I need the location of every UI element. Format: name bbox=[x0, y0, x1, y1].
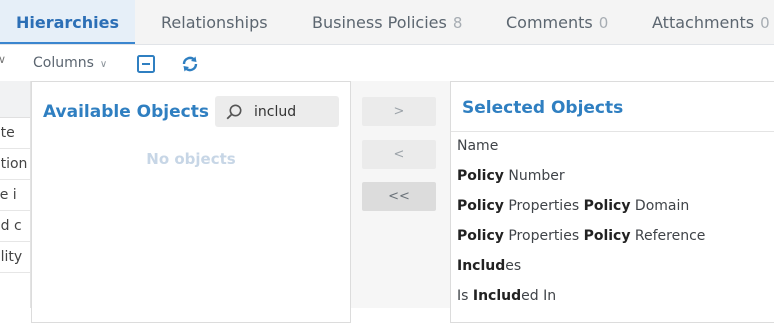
empty-state-text: No objects bbox=[146, 150, 236, 168]
item-text: Is bbox=[457, 288, 473, 304]
tab-label: Comments bbox=[506, 13, 593, 32]
selected-objects-title: Selected Objects bbox=[462, 98, 624, 118]
table-row[interactable]: ate bbox=[0, 118, 30, 149]
grid-header bbox=[0, 81, 30, 118]
table-row[interactable]: ed c bbox=[0, 211, 30, 242]
tab-label: Business Policies bbox=[312, 13, 447, 32]
item-text: Properties bbox=[503, 228, 584, 244]
item-text: ed In bbox=[521, 288, 557, 304]
selected-objects-list: Name Policy Number Policy Properties Polic… bbox=[457, 134, 705, 314]
match-highlight: Policy bbox=[457, 198, 504, 214]
item-text: Reference bbox=[630, 228, 706, 244]
list-item[interactable]: Includes bbox=[457, 254, 705, 284]
tab-label: Hierarchies bbox=[15, 13, 120, 32]
table-row[interactable]: ality bbox=[0, 242, 30, 273]
tab-hierarchies[interactable]: Hierarchies bbox=[0, 0, 135, 44]
columns-dropdown[interactable]: Columns ∨ bbox=[33, 55, 107, 71]
match-highlight: Includ bbox=[472, 288, 522, 304]
grid-toolbar: ∨ Columns ∨ bbox=[0, 45, 774, 81]
item-text: Properties bbox=[503, 198, 584, 214]
match-highlight: Policy bbox=[457, 228, 504, 244]
list-item[interactable]: Name bbox=[457, 134, 705, 164]
match-highlight: Includ bbox=[457, 258, 506, 274]
remove-all-button[interactable]: << bbox=[362, 182, 436, 211]
table-row[interactable]: ce i bbox=[0, 180, 30, 211]
tab-bar: Hierarchies Relationships Business Polic… bbox=[0, 0, 774, 45]
collapse-square-icon[interactable] bbox=[136, 54, 156, 74]
item-text: Name bbox=[457, 138, 499, 154]
match-highlight: Policy bbox=[583, 198, 631, 214]
match-highlight: Policy bbox=[457, 168, 504, 184]
search-box[interactable] bbox=[215, 96, 339, 127]
tab-label: Relationships bbox=[161, 13, 268, 32]
item-text: Number bbox=[503, 168, 565, 184]
columns-label: Columns bbox=[33, 55, 94, 71]
chevron-down-icon: ∨ bbox=[99, 59, 108, 70]
match-highlight: Policy bbox=[583, 228, 631, 244]
list-item[interactable]: Policy Properties Policy Reference bbox=[457, 224, 705, 254]
tab-business-policies[interactable]: Business Policies 8 bbox=[312, 0, 462, 44]
search-icon bbox=[225, 103, 243, 125]
tab-count: 8 bbox=[452, 14, 463, 32]
item-text: es bbox=[505, 258, 522, 274]
tab-label: Attachments bbox=[652, 13, 755, 32]
search-input[interactable] bbox=[254, 101, 334, 123]
available-objects-title: Available Objects bbox=[43, 102, 209, 122]
panel-divider bbox=[451, 131, 774, 132]
tab-attachments[interactable]: Attachments 0 bbox=[652, 0, 770, 44]
refresh-icon[interactable] bbox=[180, 54, 200, 74]
tab-count: 0 bbox=[760, 14, 770, 32]
chevron-down-icon[interactable]: ∨ bbox=[0, 53, 6, 66]
list-item[interactable]: Is Included In bbox=[457, 284, 705, 314]
available-objects-panel: Available Objects No objects bbox=[31, 81, 351, 323]
tab-count: 0 bbox=[598, 14, 609, 32]
tab-relationships[interactable]: Relationships bbox=[161, 0, 268, 44]
list-item[interactable]: Policy Properties Policy Domain bbox=[457, 194, 705, 224]
remove-button[interactable]: < bbox=[362, 140, 436, 169]
table-row[interactable]: ation bbox=[0, 149, 30, 180]
tab-comments[interactable]: Comments 0 bbox=[506, 0, 608, 44]
column-chooser-dialog: Available Objects No objects > < << Sele… bbox=[30, 81, 774, 323]
add-button[interactable]: > bbox=[362, 97, 436, 126]
hierarchy-grid: ate ation ce i ed c ality bbox=[0, 81, 31, 308]
list-item[interactable]: Policy Number bbox=[457, 164, 705, 194]
selected-objects-panel: Selected Objects Name Policy Number Policy… bbox=[450, 81, 774, 323]
item-text: Domain bbox=[630, 198, 690, 214]
